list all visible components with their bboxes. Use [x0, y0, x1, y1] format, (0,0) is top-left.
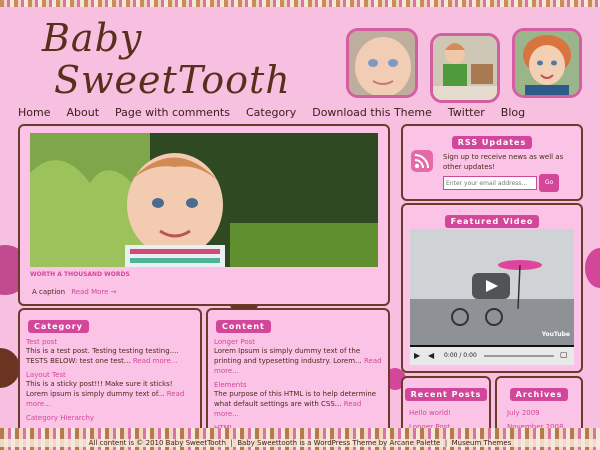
- logo-line1: Baby: [42, 16, 143, 60]
- rss-box-title: RSS Updates: [451, 136, 533, 149]
- nav-category[interactable]: Category: [246, 106, 296, 124]
- youtube-logo[interactable]: YouTube: [542, 331, 570, 338]
- featured-read-more-link[interactable]: Read More →: [71, 288, 116, 296]
- content-box: Content Longer Post Lorem Ipsum is simpl…: [206, 308, 390, 437]
- video-box-title: Featured Video: [444, 215, 540, 228]
- featured-image[interactable]: [30, 133, 378, 267]
- list-item: Test post This is a test post. Testing t…: [26, 338, 196, 366]
- header-photo-toddler-table: [430, 33, 500, 103]
- archives-title: Archives: [509, 388, 569, 401]
- post-title-link[interactable]: Elements: [214, 381, 384, 389]
- rss-email-input[interactable]: [443, 176, 537, 190]
- featured-caption: A caption: [32, 288, 66, 296]
- decorative-dot: [0, 348, 20, 388]
- header-photo-baby-face: [346, 28, 418, 98]
- post-title-link[interactable]: Category Hierarchy: [26, 414, 196, 422]
- featured-video-box: Featured Video YouTube ▶ ◀ 0:00 / 0:00 ▢: [401, 203, 583, 373]
- volume-icon[interactable]: ◀: [428, 351, 434, 360]
- list-item: Elements The purpose of this HTML is to …: [214, 381, 384, 419]
- play-icon[interactable]: ▶: [414, 351, 420, 360]
- video-player[interactable]: YouTube ▶ ◀ 0:00 / 0:00 ▢: [410, 229, 574, 365]
- nav-home[interactable]: Home: [18, 106, 50, 124]
- nav-blog[interactable]: Blog: [501, 106, 525, 124]
- video-controls: ▶ ◀ 0:00 / 0:00 ▢: [410, 347, 574, 365]
- header-photo-redhead-child: [512, 28, 582, 98]
- top-stripe-decoration: [0, 0, 600, 7]
- rss-description: Sign up to receive news as well as other…: [443, 153, 564, 171]
- recent-posts-title: Recent Posts: [404, 388, 488, 401]
- logo-line2: SweetTooth: [54, 58, 291, 102]
- nav-about[interactable]: About: [66, 106, 99, 124]
- post-title-link[interactable]: Layout Test: [26, 371, 196, 379]
- post-title-link[interactable]: Longer Post: [214, 338, 384, 346]
- footer-text: All content is © 2010 Baby SweetTooth | …: [0, 439, 600, 447]
- recent-post-link[interactable]: Hello world!: [409, 409, 489, 417]
- rss-go-button[interactable]: Go: [539, 174, 559, 192]
- post-excerpt: Lorem Ipsum is simply dummy text of the …: [214, 347, 362, 365]
- featured-post-box: WORTH A THOUSAND WORDS A caption Read Mo…: [18, 124, 390, 306]
- featured-caption-title: WORTH A THOUSAND WORDS: [30, 271, 130, 278]
- list-item: Layout Test This is a sticky post!!! Mak…: [26, 371, 196, 409]
- fullscreen-icon[interactable]: ▢: [560, 350, 568, 359]
- read-more-link[interactable]: Read more...: [133, 357, 178, 365]
- category-box-title: Category: [28, 320, 89, 333]
- list-item: Category Hierarchy: [26, 414, 196, 422]
- category-post-list: Test post This is a test post. Testing t…: [26, 338, 196, 422]
- post-excerpt: This is a sticky post!!! Make sure it st…: [26, 380, 173, 398]
- category-box: Category Test post This is a test post. …: [18, 308, 202, 437]
- rss-icon[interactable]: [411, 150, 433, 172]
- decorative-dot: [585, 248, 600, 288]
- post-title-link[interactable]: Test post: [26, 338, 196, 346]
- nav-twitter[interactable]: Twitter: [448, 106, 485, 124]
- video-play-button[interactable]: [472, 273, 510, 299]
- archive-link[interactable]: July 2009: [507, 409, 581, 417]
- content-box-title: Content: [216, 320, 271, 333]
- content-post-list: Longer Post Lorem Ipsum is simply dummy …: [214, 338, 384, 432]
- list-item: Longer Post Lorem Ipsum is simply dummy …: [214, 338, 384, 376]
- video-seek-bar[interactable]: [484, 355, 554, 357]
- nav-page-with-comments[interactable]: Page with comments: [115, 106, 230, 124]
- nav-download-theme[interactable]: Download this Theme: [312, 106, 432, 124]
- rss-go-label: Go: [544, 179, 554, 186]
- video-time: 0:00 / 0:00: [444, 352, 477, 359]
- site-logo[interactable]: Baby SweetTooth: [40, 14, 290, 104]
- rss-updates-box: RSS Updates Sign up to receive news as w…: [401, 124, 583, 201]
- main-nav: Home About Page with comments Category D…: [18, 106, 541, 124]
- featured-caption-row: A caption Read More →: [32, 288, 117, 296]
